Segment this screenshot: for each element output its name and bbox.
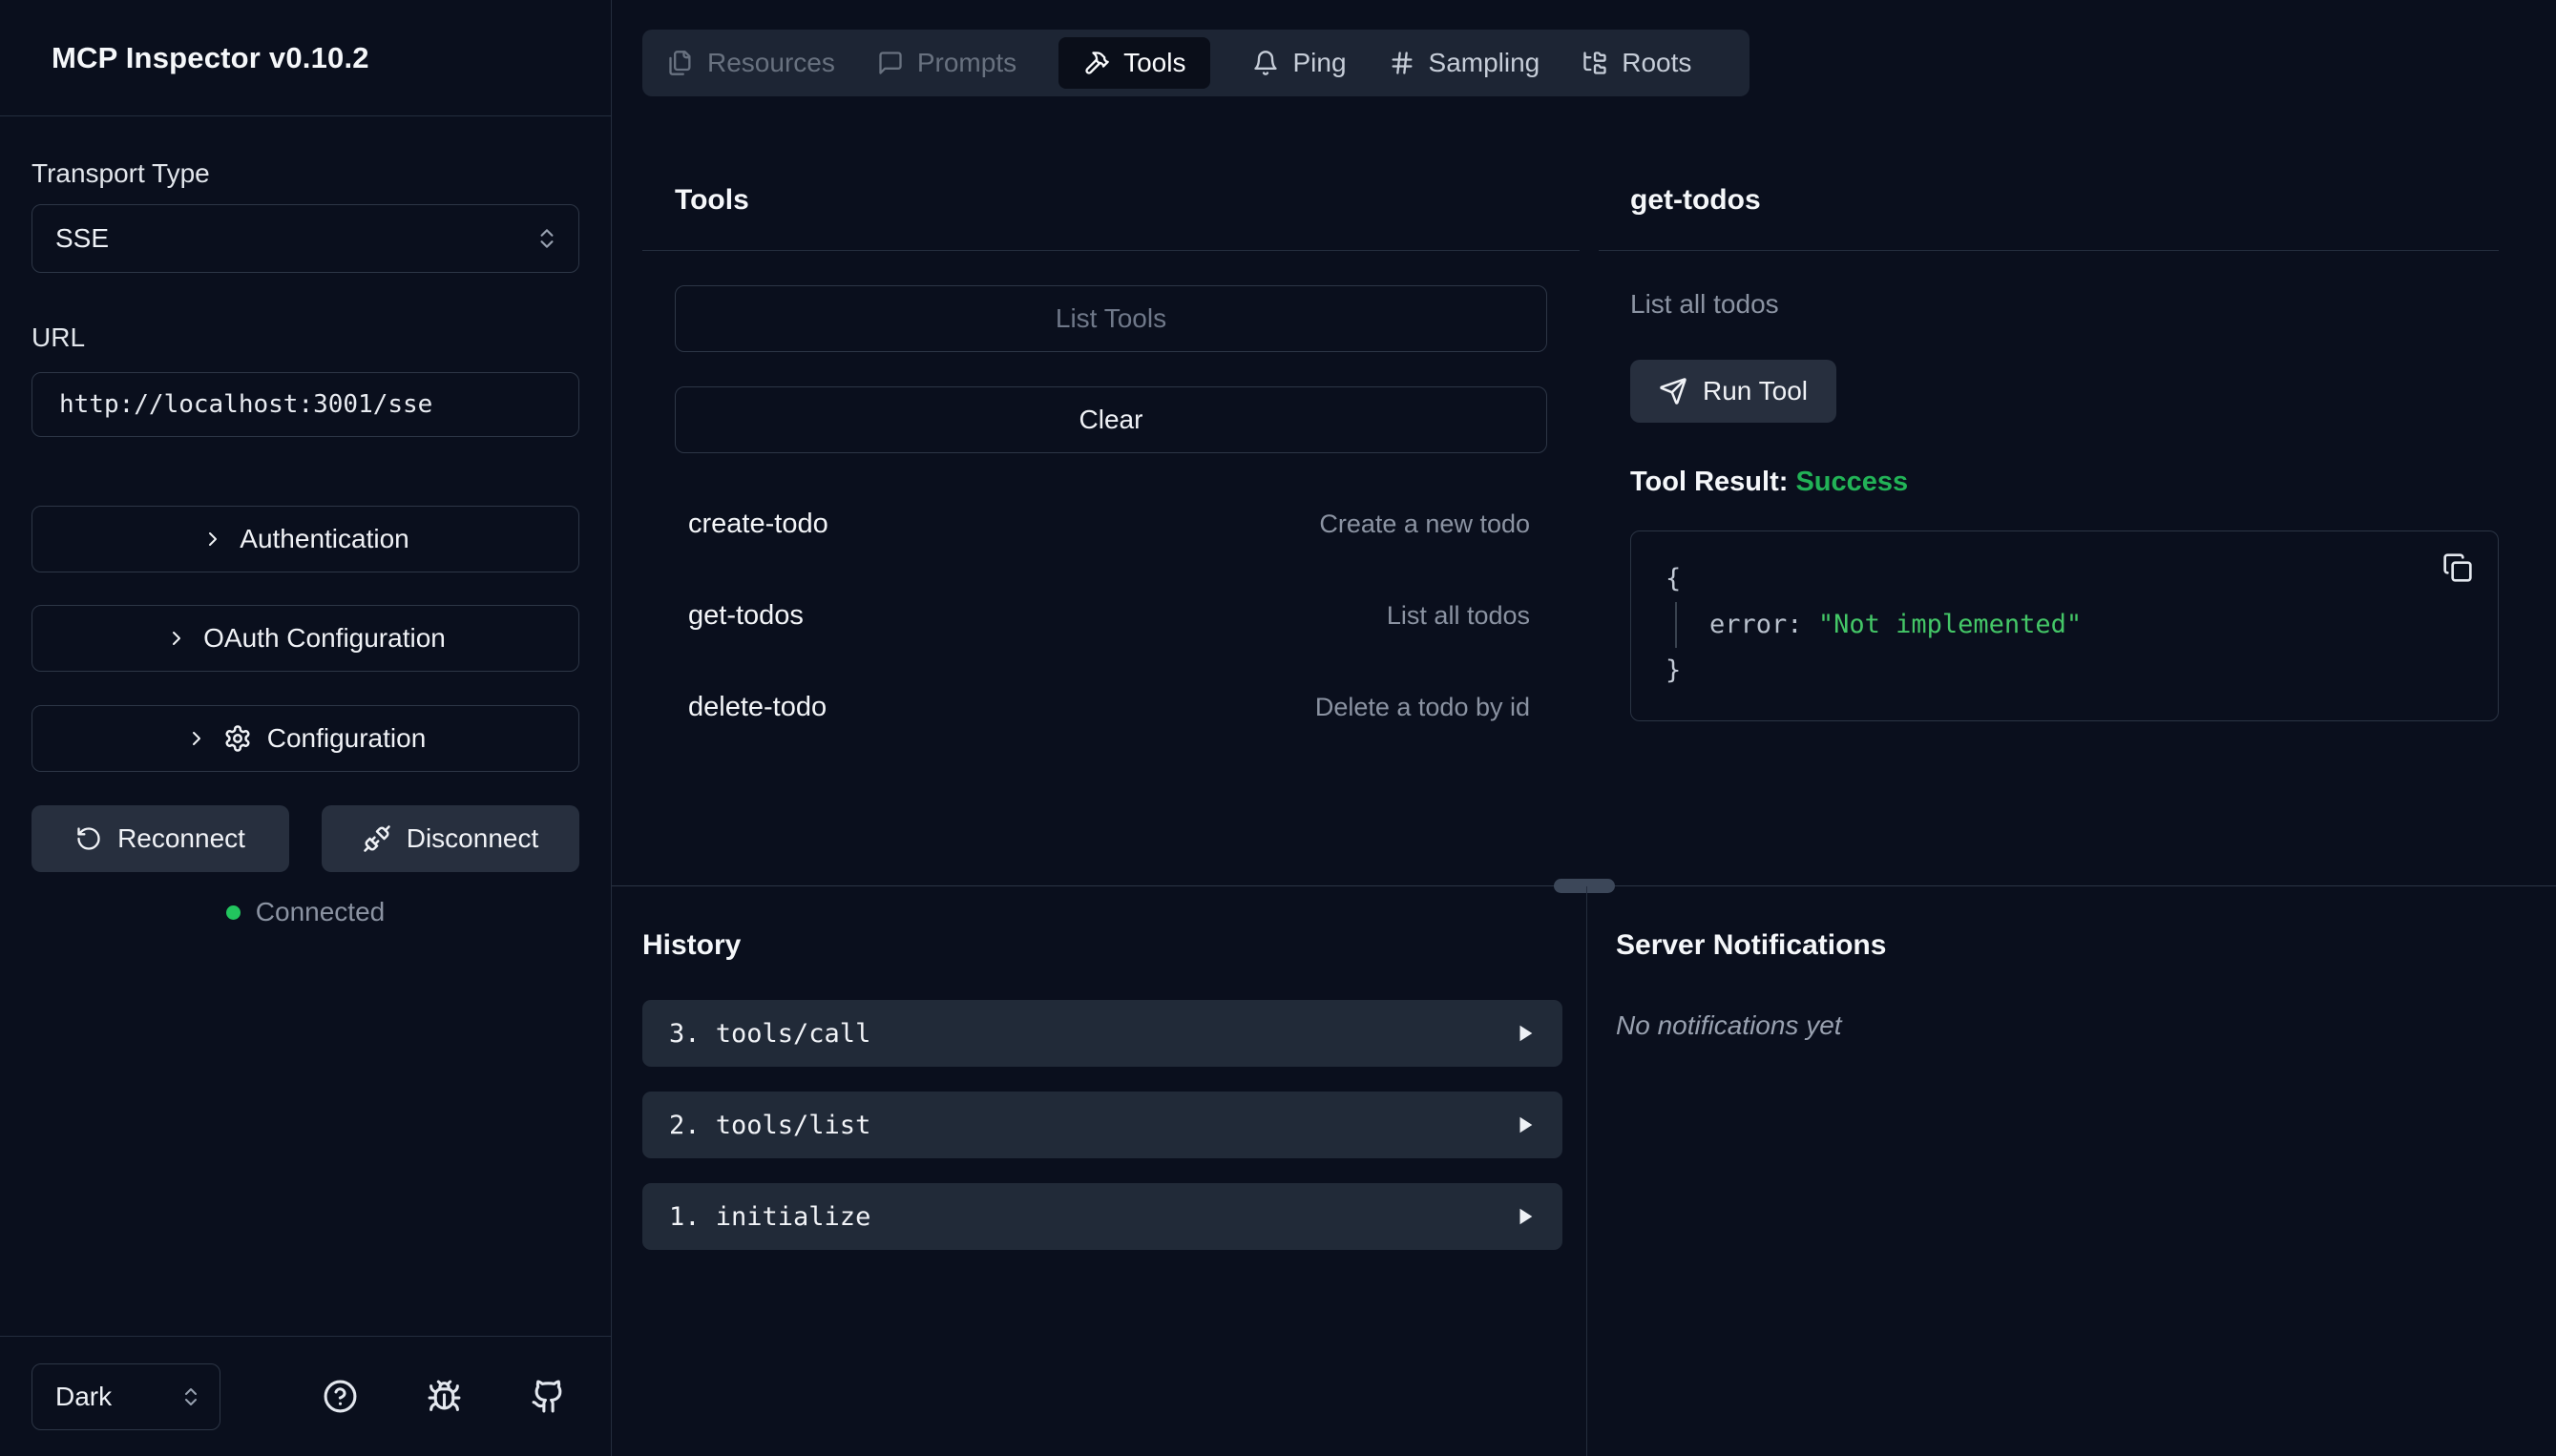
code-open-brace: { bbox=[1666, 556, 2463, 602]
status-dot bbox=[226, 905, 241, 920]
tool-row-delete-todo[interactable]: delete-todo Delete a todo by id bbox=[675, 661, 1543, 753]
tools-panel: Tools List Tools Clear create-todo Creat… bbox=[642, 0, 1580, 753]
gear-icon bbox=[223, 724, 252, 753]
notifications-title: Server Notifications bbox=[1616, 928, 2513, 963]
panel-resize-handle[interactable] bbox=[1554, 879, 1615, 893]
theme-value: Dark bbox=[55, 1382, 112, 1412]
tool-description: List all todos bbox=[1387, 601, 1530, 631]
list-tools-button[interactable]: List Tools bbox=[675, 285, 1547, 352]
tool-name: get-todos bbox=[688, 600, 804, 632]
github-button[interactable] bbox=[531, 1379, 566, 1414]
unplug-icon bbox=[363, 824, 391, 853]
run-tool-button[interactable]: Run Tool bbox=[1630, 360, 1836, 423]
tool-list: create-todo Create a new todo get-todos … bbox=[675, 478, 1543, 753]
code-value: "Not implemented" bbox=[1818, 610, 2082, 639]
history-panel: History 3. tools/call 2. tools/list 1. i… bbox=[642, 886, 1562, 1250]
url-label: URL bbox=[31, 322, 579, 353]
app-title: MCP Inspector v0.10.2 bbox=[52, 41, 369, 75]
detail-title: get-todos bbox=[1630, 183, 2499, 218]
history-title: History bbox=[642, 928, 1562, 963]
tools-panel-divider bbox=[642, 250, 1580, 251]
server-notifications-panel: Server Notifications No notifications ye… bbox=[1616, 886, 2513, 1041]
result-code-block: { error: "Not implemented" } bbox=[1630, 530, 2499, 721]
tool-result-line: Tool Result: Success bbox=[1630, 467, 2499, 498]
disconnect-label: Disconnect bbox=[407, 823, 539, 854]
status-label: Connected bbox=[256, 897, 385, 927]
clear-button[interactable]: Clear bbox=[675, 386, 1547, 453]
play-icon bbox=[1515, 1023, 1536, 1044]
tool-detail-panel: get-todos List all todos Run Tool Tool R… bbox=[1599, 0, 2499, 721]
play-icon bbox=[1515, 1206, 1536, 1227]
tool-row-get-todos[interactable]: get-todos List all todos bbox=[675, 570, 1543, 661]
disconnect-button[interactable]: Disconnect bbox=[322, 805, 579, 872]
github-icon bbox=[531, 1379, 566, 1414]
play-icon bbox=[1515, 1114, 1536, 1135]
sidebar-footer: Dark bbox=[0, 1336, 611, 1456]
theme-select[interactable]: Dark bbox=[31, 1363, 220, 1430]
code-key: error: bbox=[1709, 610, 1803, 639]
chevron-right-icon bbox=[201, 528, 224, 551]
reconnect-button[interactable]: Reconnect bbox=[31, 805, 289, 872]
help-button[interactable] bbox=[323, 1379, 358, 1414]
authentication-button[interactable]: Authentication bbox=[31, 506, 579, 572]
tool-name: delete-todo bbox=[688, 692, 827, 723]
code-close-brace: } bbox=[1666, 648, 2463, 694]
connection-buttons-row: Reconnect Disconnect bbox=[31, 805, 579, 872]
transport-type-label: Transport Type bbox=[31, 158, 579, 189]
oauth-configuration-label: OAuth Configuration bbox=[203, 623, 446, 654]
copy-button[interactable] bbox=[2442, 552, 2473, 583]
oauth-configuration-button[interactable]: OAuth Configuration bbox=[31, 605, 579, 672]
tool-result-label: Tool Result: bbox=[1630, 467, 1788, 497]
run-tool-label: Run Tool bbox=[1703, 376, 1808, 406]
detail-description: List all todos bbox=[1630, 289, 2499, 320]
bug-icon bbox=[427, 1379, 462, 1414]
bug-report-button[interactable] bbox=[427, 1379, 462, 1414]
tool-name: create-todo bbox=[688, 509, 828, 540]
authentication-label: Authentication bbox=[240, 524, 409, 554]
reconnect-label: Reconnect bbox=[117, 823, 245, 854]
chevron-right-icon bbox=[185, 727, 208, 750]
send-icon bbox=[1659, 377, 1687, 406]
history-item-label: 3. tools/call bbox=[669, 1019, 870, 1049]
notifications-empty-text: No notifications yet bbox=[1616, 1010, 2513, 1041]
detail-panel-divider bbox=[1599, 250, 2499, 251]
rotate-ccw-icon bbox=[75, 825, 102, 852]
tool-row-create-todo[interactable]: create-todo Create a new todo bbox=[675, 478, 1543, 570]
footer-icons bbox=[323, 1379, 566, 1414]
configuration-label: Configuration bbox=[267, 723, 427, 754]
transport-type-value: SSE bbox=[55, 223, 109, 254]
history-list: 3. tools/call 2. tools/list 1. initializ… bbox=[642, 1000, 1562, 1250]
help-circle-icon bbox=[323, 1379, 358, 1414]
history-item-initialize[interactable]: 1. initialize bbox=[642, 1183, 1562, 1250]
tool-description: Delete a todo by id bbox=[1315, 693, 1530, 722]
sidebar: MCP Inspector v0.10.2 Transport Type SSE… bbox=[0, 0, 612, 1456]
connection-status: Connected bbox=[31, 897, 579, 927]
tools-panel-title: Tools bbox=[675, 183, 1580, 218]
copy-icon bbox=[2442, 552, 2473, 583]
configuration-button[interactable]: Configuration bbox=[31, 705, 579, 772]
vertical-split-divider bbox=[1586, 886, 1587, 1456]
chevrons-up-down-icon bbox=[179, 1385, 202, 1408]
history-item-label: 1. initialize bbox=[669, 1202, 870, 1232]
tool-result-status: Success bbox=[1795, 467, 1908, 497]
chevron-right-icon bbox=[165, 627, 188, 650]
url-input[interactable] bbox=[31, 372, 579, 437]
history-item-tools-call[interactable]: 3. tools/call bbox=[642, 1000, 1562, 1067]
sidebar-header: MCP Inspector v0.10.2 bbox=[0, 0, 611, 116]
sidebar-content: Transport Type SSE URL Authentication OA… bbox=[0, 116, 611, 927]
transport-type-select[interactable]: SSE bbox=[31, 204, 579, 273]
chevrons-up-down-icon bbox=[534, 226, 559, 251]
history-item-tools-list[interactable]: 2. tools/list bbox=[642, 1092, 1562, 1158]
history-item-label: 2. tools/list bbox=[669, 1111, 870, 1140]
tool-description: Create a new todo bbox=[1319, 510, 1530, 539]
code-line: error: "Not implemented" bbox=[1675, 602, 2463, 648]
